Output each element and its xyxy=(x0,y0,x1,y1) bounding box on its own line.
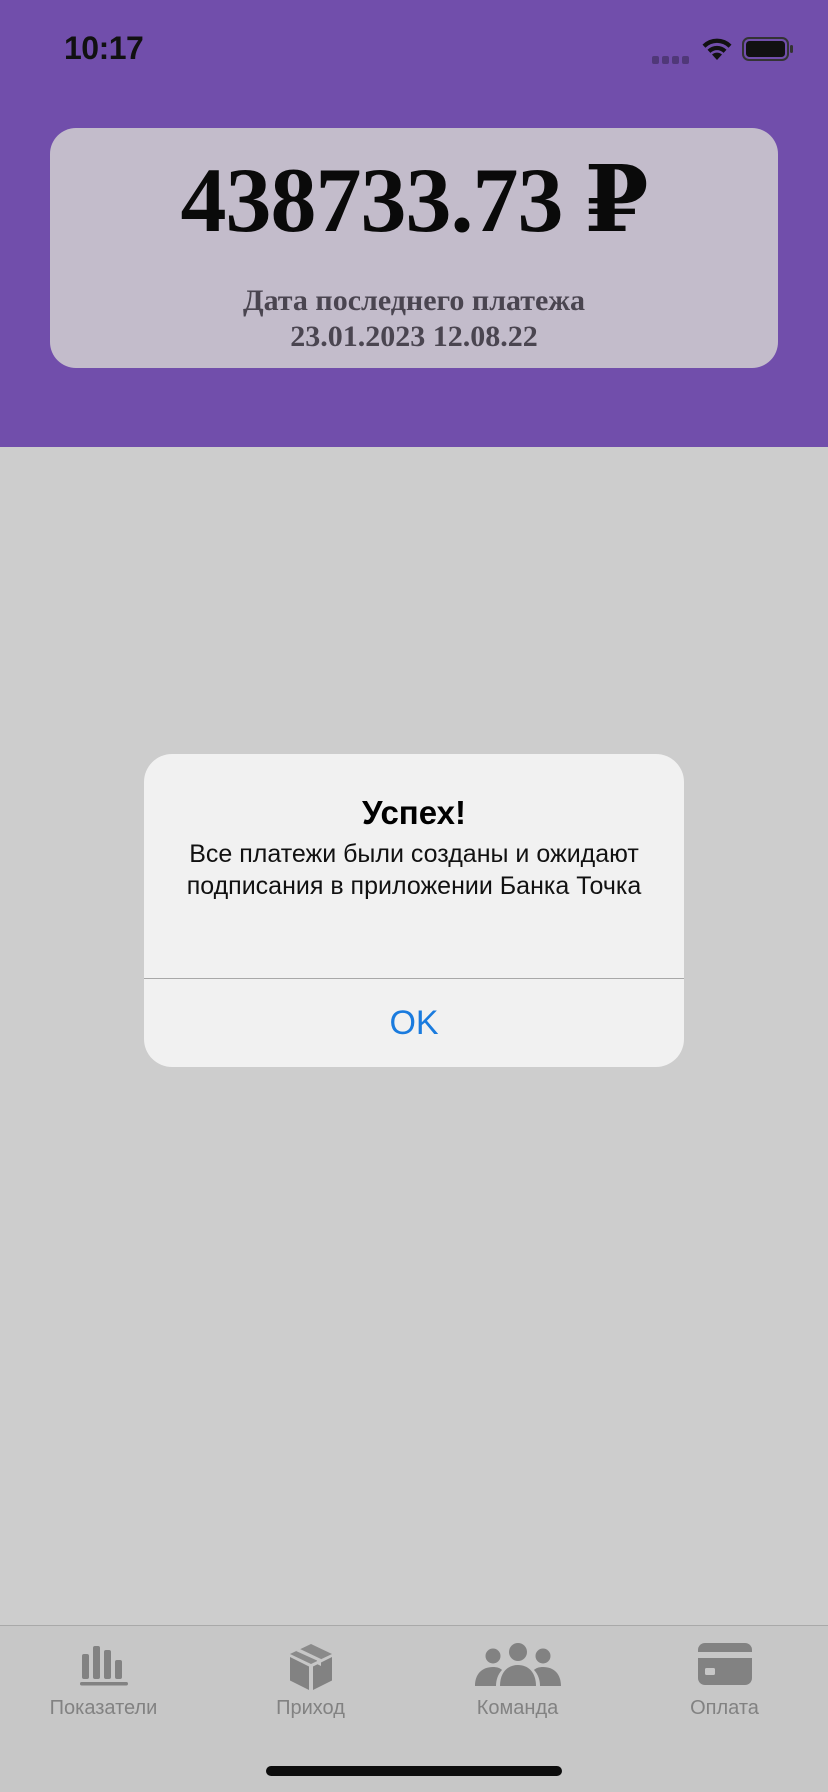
team-icon xyxy=(474,1643,561,1686)
credit-card-icon xyxy=(697,1643,752,1685)
bar-chart-icon xyxy=(79,1646,128,1686)
tab-label-income: Приход xyxy=(276,1697,345,1719)
tab-team[interactable]: Команда xyxy=(414,1626,621,1736)
alert-ok-button[interactable]: OK xyxy=(144,979,684,1067)
status-bar: 10:17 xyxy=(0,0,828,100)
balance-card: 438733.73 ₽ Дата последнего платежа 23.0… xyxy=(50,128,778,368)
tab-label-payment: Оплата xyxy=(690,1697,759,1719)
alert-title: Успех! xyxy=(362,794,466,831)
tab-payment[interactable]: Оплата xyxy=(621,1626,828,1736)
tab-label-team: Команда xyxy=(476,1697,559,1719)
last-payment-label: Дата последнего платежа xyxy=(242,284,586,317)
status-time: 10:17 xyxy=(64,30,144,66)
tab-label-indicators: Показатели xyxy=(49,1697,158,1719)
box-icon xyxy=(289,1644,332,1690)
screen: 10:17 438733.73 ₽ Дата последнего платеж… xyxy=(0,0,828,1792)
signal-icon xyxy=(652,52,692,64)
tab-income[interactable]: Приход xyxy=(207,1626,414,1736)
success-alert: Успех! Все платежи были созданы и ожидаю… xyxy=(144,754,684,1067)
home-indicator[interactable] xyxy=(266,1766,562,1776)
wifi-icon xyxy=(702,38,732,60)
tab-indicators[interactable]: Показатели xyxy=(0,1626,207,1736)
header: 10:17 438733.73 ₽ Дата последнего платеж… xyxy=(0,0,828,447)
last-payment-date: 23.01.2023 12.08.22 xyxy=(290,320,538,353)
alert-message: Все платежи были созданы и ожидают подпи… xyxy=(186,840,642,900)
balance-amount: 438733.73 ₽ xyxy=(180,149,648,251)
battery-icon xyxy=(742,37,793,61)
